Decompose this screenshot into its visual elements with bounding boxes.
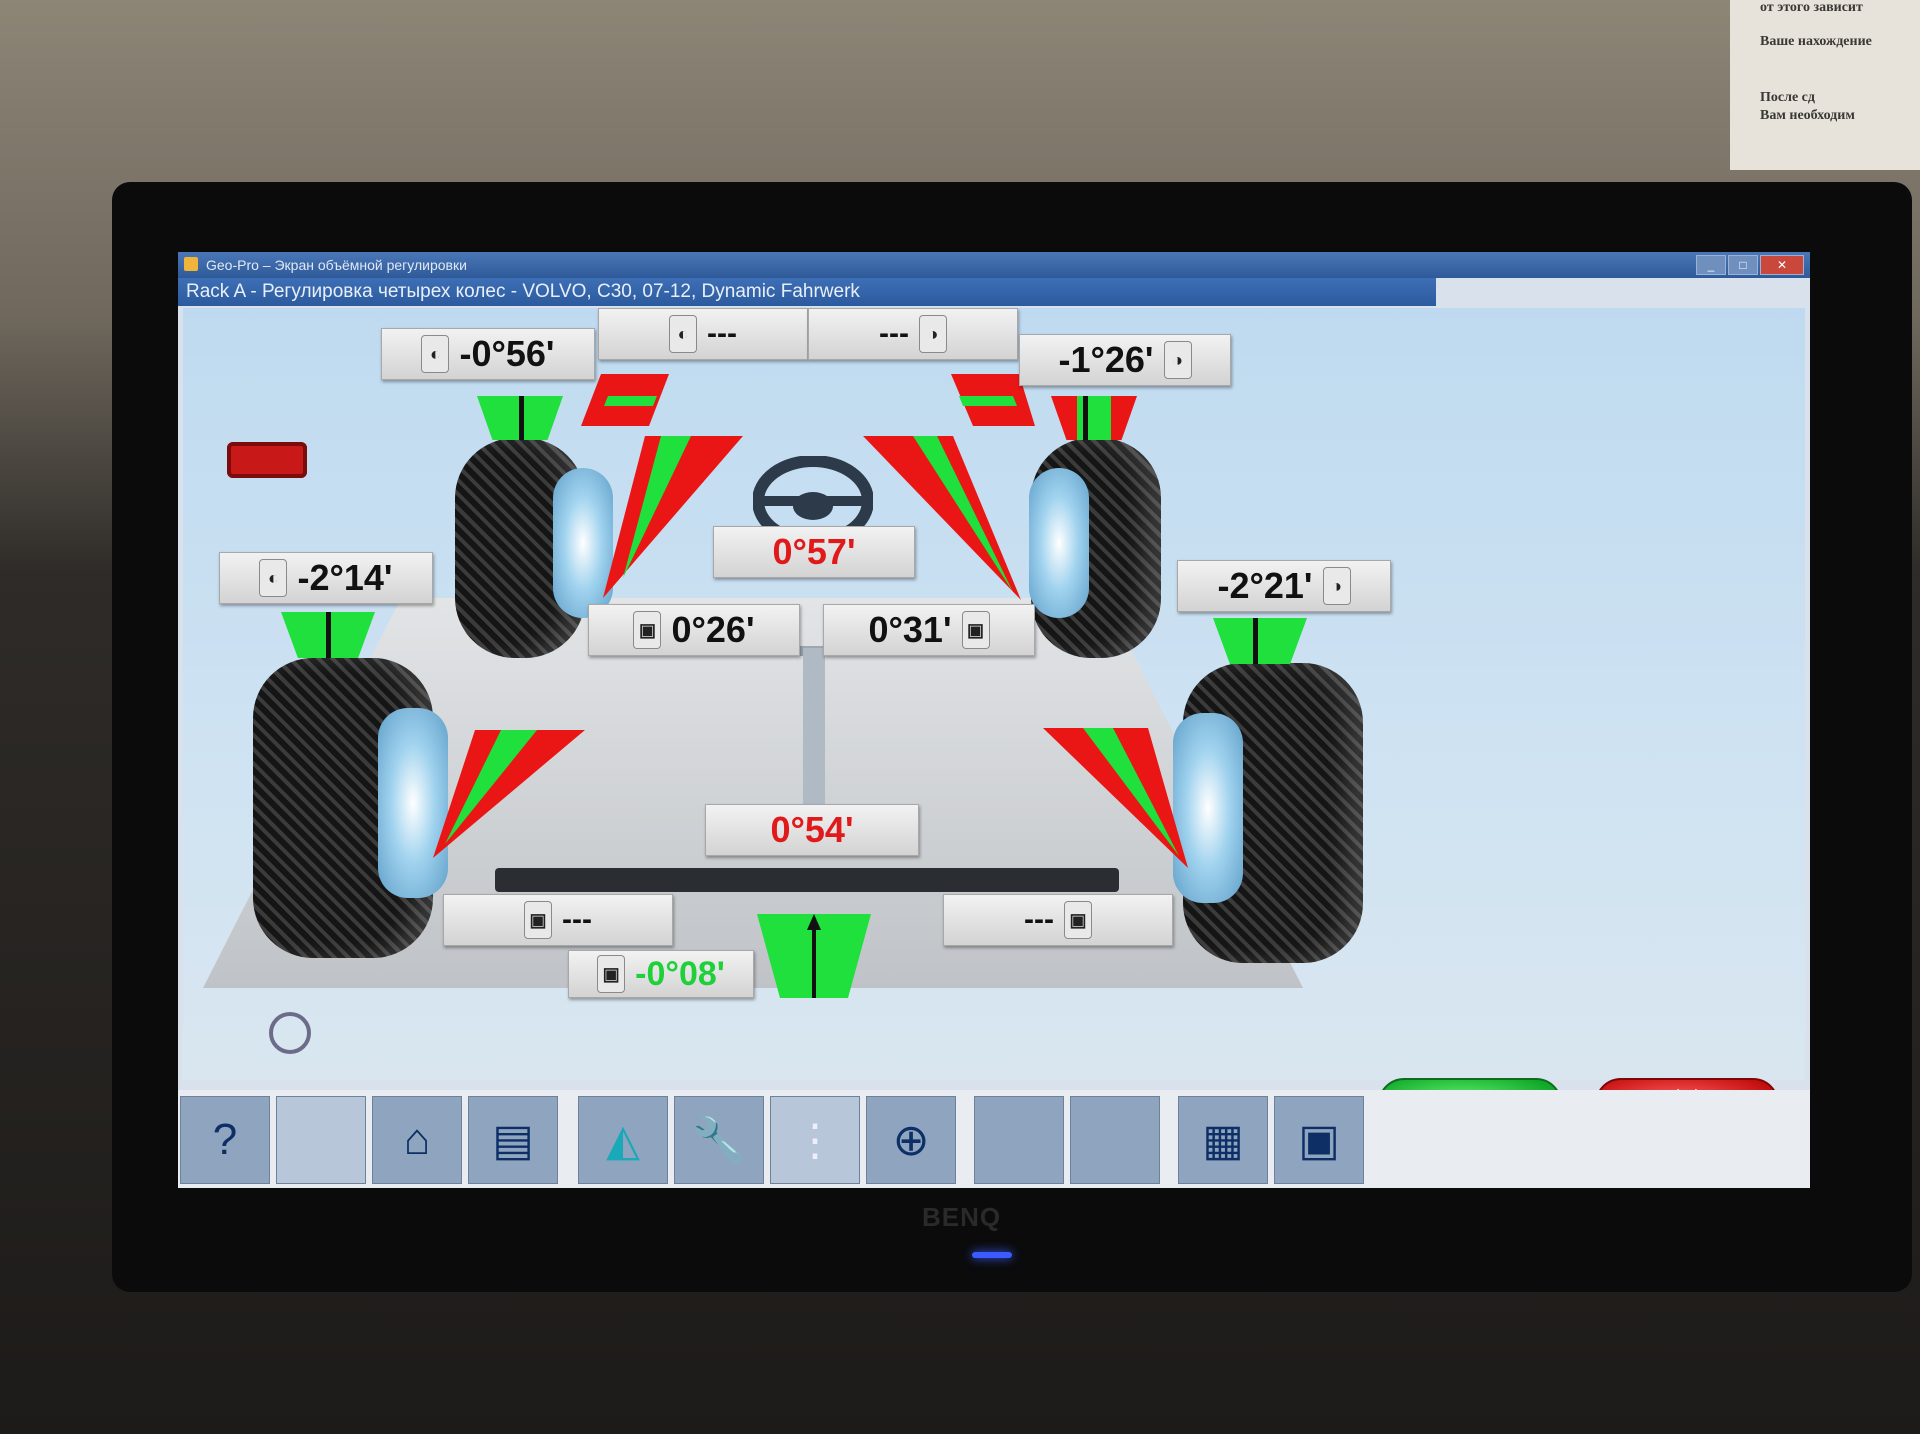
front-right-caster-box: --- ◑ (808, 308, 1018, 360)
zoom-icon: ⊕ (892, 1115, 930, 1165)
refresh-icon[interactable] (269, 1012, 311, 1054)
app-icon (184, 257, 198, 271)
front-right-caster-value: --- (879, 317, 909, 350)
rear-right-camber-box: -2°21' ◑ (1177, 560, 1391, 612)
front-right-camber-value: -1°26' (1058, 339, 1154, 380)
list-icon: ⋮ (793, 1115, 837, 1165)
sensor-icon: ▣ (633, 611, 662, 649)
minimize-button[interactable]: _ (1696, 255, 1726, 275)
vehicle-header: Rack A - Регулировка четырех колес - VOL… (178, 278, 1436, 306)
help-icon: ? (212, 1115, 238, 1164)
print-button[interactable]: ▤ (468, 1096, 558, 1184)
zoom-button[interactable]: ⊕ (866, 1096, 956, 1184)
rear-left-toe-value: --- (562, 903, 592, 936)
front-left-caster-value: --- (707, 317, 737, 350)
front-right-toe-box: 0°31' ▣ (823, 604, 1035, 656)
tire-icon: ◐ (421, 335, 450, 373)
window-titlebar: Geo-Pro – Экран объёмной регулировки _ □… (178, 252, 1810, 278)
printer-icon: ▤ (492, 1115, 534, 1165)
front-left-toe-box: ▣ 0°26' (588, 604, 800, 656)
sensor-icon: ▣ (961, 611, 990, 649)
rear-left-camber-box: ◐ -2°14' (219, 552, 433, 604)
screen-icon: ▣ (1298, 1115, 1340, 1165)
alignment-stage: ◐ -0°56' ◐ --- --- ◑ -1°26' ◑ 0°57' ▣ 0°… (183, 308, 1805, 1130)
tire-icon: ◐ (669, 315, 697, 353)
front-total-toe-box: 0°57' (713, 526, 915, 578)
rear-right-camber-value: -2°21' (1217, 565, 1313, 606)
monitor-logo: BENQ (922, 1202, 1002, 1232)
front-right-toe-value: 0°31' (868, 609, 952, 650)
list-button[interactable]: ⋮ (770, 1096, 860, 1184)
sensor-icon: ▣ (524, 901, 552, 939)
wall-notice: от этого зависит Ваше нахождение После с… (1730, 0, 1920, 170)
rear-axle (495, 868, 1119, 892)
rear-total-toe-box: 0°54' (705, 804, 919, 856)
rear-right-toe-value: --- (1024, 903, 1054, 936)
front-right-camber-box: -1°26' ◑ (1019, 334, 1231, 386)
app-screen: Geo-Pro – Экран объёмной регулировки _ □… (178, 252, 1810, 1188)
tire-icon: ◑ (1163, 341, 1192, 379)
home-icon: ⌂ (403, 1115, 431, 1164)
report-button[interactable]: ▦ (1178, 1096, 1268, 1184)
sensor-icon: ▣ (1063, 901, 1092, 939)
toe-wedges (433, 374, 1188, 998)
thrust-angle-value: -0°08' (635, 954, 725, 993)
tire-icon: ◑ (1322, 567, 1351, 605)
bottom-toolbar: ? ⌂ ▤ ◭ 🔧 ⋮ ⊕ ▦ ▣ (178, 1090, 1810, 1188)
tire-icon: ◑ (918, 315, 947, 353)
window-title: Geo-Pro – Экран объёмной регулировки (206, 257, 467, 273)
sensor-icon: ▣ (597, 955, 626, 993)
rear-right-toe-box: --- ▣ (943, 894, 1173, 946)
blank-button-3[interactable] (1070, 1096, 1160, 1184)
front-left-toe-value: 0°26' (671, 609, 755, 650)
rear-left-toe-box: ▣ --- (443, 894, 673, 946)
maximize-button[interactable]: □ (1728, 255, 1758, 275)
rear-left-camber-value: -2°14' (297, 557, 393, 598)
table-icon: ▦ (1202, 1115, 1244, 1165)
wrench-icon: 🔧 (691, 1116, 747, 1165)
screen-button[interactable]: ▣ (1274, 1096, 1364, 1184)
front-left-camber-value: -0°56' (459, 333, 555, 374)
tire-icon: ◐ (259, 559, 288, 597)
help-button[interactable]: ? (180, 1096, 270, 1184)
rear-total-toe-value: 0°54' (770, 809, 854, 850)
close-button[interactable]: ✕ (1760, 255, 1804, 275)
power-led (972, 1252, 1012, 1258)
adjust-button[interactable]: 🔧 (674, 1096, 764, 1184)
blank-button-1[interactable] (276, 1096, 366, 1184)
front-left-camber-box: ◐ -0°56' (381, 328, 595, 380)
front-total-toe-value: 0°57' (772, 531, 856, 572)
thrust-angle-box: ▣ -0°08' (568, 950, 754, 998)
home-button[interactable]: ⌂ (372, 1096, 462, 1184)
measure-button[interactable]: ◭ (578, 1096, 668, 1184)
blank-button-2[interactable] (974, 1096, 1064, 1184)
protractor-icon: ◭ (606, 1115, 640, 1165)
front-left-caster-box: ◐ --- (598, 308, 808, 360)
